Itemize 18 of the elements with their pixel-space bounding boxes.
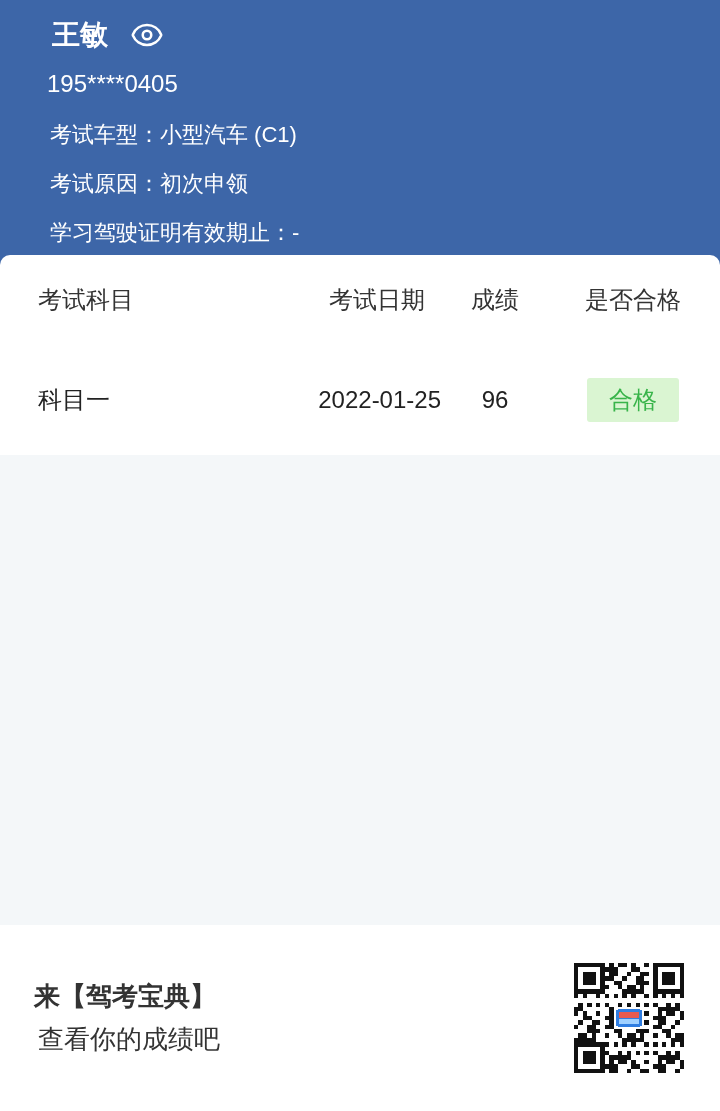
column-header: 考试日期 xyxy=(329,285,426,315)
field-label: 学习驾驶证明有效期止： xyxy=(50,219,292,247)
table-cell-text: 科目一 xyxy=(37,385,111,415)
footer-title: 来【驾考宝典】 xyxy=(34,980,217,1013)
field-value: 小型汽车 (C1) xyxy=(160,121,297,149)
column-header: 考试科目 xyxy=(37,285,135,315)
phone-number: 195****0405 xyxy=(47,69,179,99)
field-value: - xyxy=(292,219,300,247)
field-label: 考试车型： xyxy=(50,121,160,149)
footer-subtitle: 查看你的成绩吧 xyxy=(38,1023,220,1056)
user-name: 王敏 xyxy=(52,18,108,52)
column-header: 是否合格 xyxy=(584,285,681,315)
table-cell-text: 2022-01-25 xyxy=(318,385,442,415)
field-value: 初次申领 xyxy=(160,170,248,198)
result-badge: 合格 xyxy=(586,378,679,422)
table-cell-text: 96 xyxy=(481,385,509,415)
field-label: 考试原因： xyxy=(50,170,160,198)
column-header: 成绩 xyxy=(471,285,519,315)
